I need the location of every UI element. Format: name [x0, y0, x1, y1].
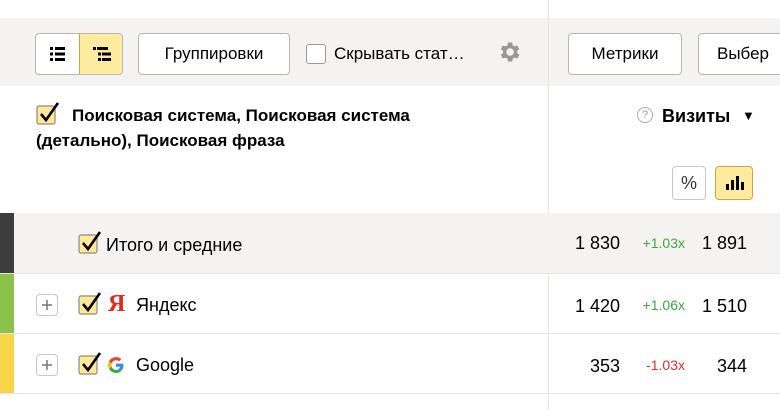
- tree-view-icon: [93, 47, 111, 61]
- visits-value: 353: [589, 356, 620, 376]
- hide-stats-checkbox[interactable]: [306, 44, 326, 64]
- expand-row-button[interactable]: [36, 354, 58, 376]
- metrics-button[interactable]: Метрики: [568, 33, 682, 75]
- plus-icon: [42, 360, 52, 370]
- google-logo-icon: [108, 357, 124, 373]
- visits-value: 1 830: [574, 233, 620, 253]
- row-label: Google: [136, 355, 195, 375]
- list-view-button[interactable]: [36, 34, 79, 74]
- bar-chart-toggle-button[interactable]: [715, 166, 753, 200]
- yandex-logo-icon: Я: [108, 291, 126, 317]
- top-strip: [0, 0, 780, 18]
- dimensions-header-title: Поисковая система, Поисковая система (де…: [36, 103, 496, 153]
- visits-compare-value: 1 891: [701, 233, 747, 253]
- visits-delta: -1.03x: [646, 357, 685, 373]
- bar-chart-icon: [726, 176, 744, 190]
- groupings-button[interactable]: Группировки: [138, 33, 290, 75]
- visits-delta: +1.06x: [642, 297, 685, 313]
- row-label: Итого и средние: [106, 235, 243, 255]
- row-color-stripe: [0, 213, 14, 273]
- sort-desc-icon[interactable]: ▼: [742, 106, 755, 126]
- visits-compare-value: 344: [716, 356, 747, 376]
- list-view-icon: [50, 47, 65, 61]
- row-checkbox[interactable]: [78, 350, 104, 376]
- choose-button[interactable]: Выбер: [698, 33, 780, 75]
- row-color-stripe: [0, 274, 14, 334]
- row-checkbox[interactable]: [78, 229, 104, 255]
- row-divider: [0, 393, 780, 394]
- table-row-google: Google 353 -1.03x 344: [0, 333, 780, 394]
- table-row-total: Итого и средние 1 830 +1.03x 1 891: [0, 213, 780, 273]
- view-mode-toggle: [35, 33, 123, 75]
- plus-icon: [42, 300, 52, 310]
- expand-row-button[interactable]: [36, 294, 58, 316]
- help-icon[interactable]: ?: [637, 107, 653, 123]
- visits-value: 1 420: [574, 296, 620, 316]
- table-row-yandex: Я Яндекс 1 420 +1.06x 1 510: [0, 273, 780, 334]
- hide-stats-label: Скрывать стат…: [334, 44, 465, 63]
- visits-compare-value: 1 510: [701, 296, 747, 316]
- settings-gear-icon[interactable]: [496, 39, 522, 65]
- row-label: Яндекс: [136, 295, 197, 315]
- percent-toggle-button[interactable]: %: [672, 166, 706, 200]
- tree-view-button[interactable]: [79, 34, 122, 74]
- row-color-stripe: [0, 334, 14, 394]
- row-checkbox[interactable]: [78, 290, 104, 316]
- dimensions-header-text: Поисковая система, Поисковая система (де…: [36, 106, 410, 150]
- visits-delta: +1.03x: [642, 235, 685, 251]
- visits-metric-header[interactable]: Визиты: [662, 105, 730, 127]
